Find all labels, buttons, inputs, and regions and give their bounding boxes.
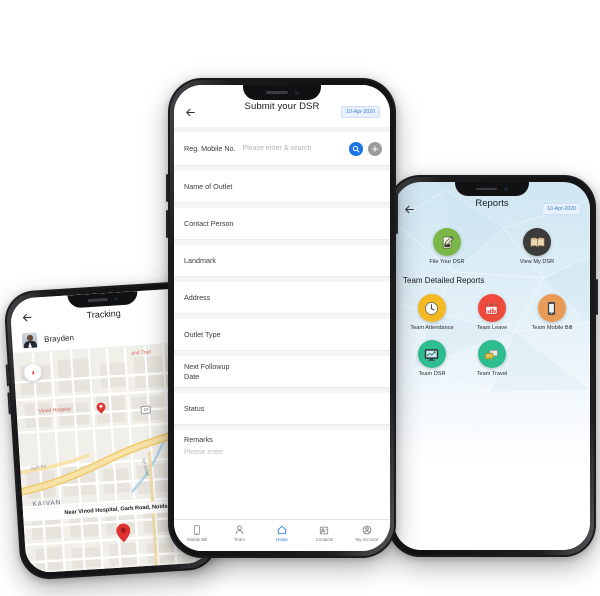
volume-up-button[interactable] — [166, 174, 168, 202]
tab-contacts[interactable]: Contacts — [303, 525, 345, 542]
mockup-stage: Reports 10-Apr-2020 File Your DSR View M… — [0, 0, 600, 596]
field-label: Contact Person — [184, 218, 234, 228]
clock-icon — [417, 294, 446, 322]
report-team-travel[interactable]: Team Travel — [462, 340, 522, 377]
earpiece-speaker — [87, 298, 108, 302]
highway-shield: 14 — [140, 405, 152, 415]
field-label: Name of Outlet — [184, 181, 233, 191]
bottom-tab-bar: Mobile Bill Team Home Contacts My Accoun… — [174, 519, 390, 551]
my-account-icon — [362, 525, 372, 535]
power-button[interactable] — [596, 279, 598, 315]
field-label: Address — [184, 292, 211, 302]
field-name-of-outlet[interactable]: Name of Outlet — [174, 171, 390, 203]
field-contact-person[interactable]: Contact Person — [174, 208, 390, 240]
notch — [243, 85, 321, 100]
tab-label: Team — [234, 537, 245, 542]
section-title: Team Detailed Reports — [403, 276, 485, 285]
add-button[interactable] — [368, 141, 382, 156]
report-label: Team Mobile Bill — [531, 325, 573, 331]
phone-center-screen: Submit your DSR 10-Apr-2020 Reg. Mobile … — [174, 85, 390, 551]
report-team-mobile-bill[interactable]: Team Mobile Bill — [522, 294, 582, 331]
volume-down-button[interactable] — [7, 392, 11, 415]
form-spacer — [174, 459, 390, 519]
phone-center-submit-dsr: Submit your DSR 10-Apr-2020 Reg. Mobile … — [166, 78, 398, 558]
field-status[interactable]: Status — [174, 393, 390, 425]
travel-card-icon — [477, 340, 506, 368]
back-arrow-icon[interactable] — [184, 106, 197, 119]
report-label: Team DSR — [418, 371, 446, 377]
search-input[interactable] — [240, 145, 344, 152]
tab-label: Contacts — [315, 537, 334, 542]
date-badge[interactable]: 10-Apr-2020 — [341, 106, 380, 118]
tab-my-account[interactable]: My Account — [346, 525, 388, 542]
avatar — [21, 332, 38, 349]
report-label: Team Travel — [476, 371, 508, 377]
tab-label: Home — [276, 537, 288, 542]
field-next-followup-date[interactable]: Next Followup Date — [174, 356, 390, 388]
reg-mobile-no-row: Reg. Mobile No. — [174, 132, 390, 166]
action-view-my-dsr[interactable]: View My DSR — [492, 228, 582, 265]
top-actions-grid: File Your DSR View My DSR — [394, 224, 590, 274]
notepad-pencil-icon — [433, 228, 461, 256]
field-address[interactable]: Address — [174, 282, 390, 314]
report-label: Team Attendance — [410, 325, 454, 331]
field-label: Next Followup Date — [184, 361, 230, 381]
team-icon — [235, 525, 244, 535]
field-label: Remarks — [184, 435, 213, 444]
tab-mobile-bill[interactable]: Mobile Bill — [176, 525, 218, 542]
action-label: View My DSR — [519, 259, 555, 265]
earpiece-speaker — [265, 91, 288, 94]
reg-mobile-no-label: Reg. Mobile No. — [184, 144, 236, 153]
notch — [455, 182, 529, 196]
report-team-attendance[interactable]: Team Attendance — [402, 294, 462, 331]
phone-right-reports: Reports 10-Apr-2020 File Your DSR View M… — [386, 175, 598, 557]
tab-team[interactable]: Team — [218, 525, 260, 542]
user-name: Brayden — [43, 333, 75, 345]
date-badge[interactable]: 10-Apr-2020 — [542, 203, 581, 215]
back-arrow-icon[interactable] — [403, 203, 416, 216]
team-reports-grid: Team Attendance Team Leave Team Mobile B… — [394, 290, 590, 386]
field-label: Status — [184, 403, 205, 413]
back-arrow-icon[interactable] — [20, 311, 34, 325]
phone-right-screen: Reports 10-Apr-2020 File Your DSR View M… — [394, 182, 590, 550]
field-label: Landmark — [184, 255, 216, 265]
mobile-bill-icon — [193, 525, 201, 535]
field-landmark[interactable]: Landmark — [174, 245, 390, 277]
action-label: File Your DSR — [429, 259, 465, 265]
open-book-icon — [523, 228, 551, 256]
report-team-dsr[interactable]: Team DSR — [402, 340, 462, 377]
contacts-icon — [319, 525, 329, 535]
smartphone-icon — [537, 294, 566, 322]
front-camera — [114, 297, 119, 301]
search-button[interactable] — [349, 141, 363, 156]
report-team-leave[interactable]: Team Leave — [462, 294, 522, 331]
field-label: Outlet Type — [184, 329, 221, 339]
tab-home[interactable]: Home — [261, 525, 303, 542]
monitor-chart-icon — [417, 340, 446, 368]
home-icon — [277, 525, 287, 535]
remarks-placeholder: Please enter — [184, 448, 224, 456]
volume-up-button[interactable] — [5, 364, 10, 387]
field-outlet-type[interactable]: Outlet Type — [174, 319, 390, 351]
volume-down-button[interactable] — [166, 210, 168, 238]
calendar-icon — [477, 294, 506, 322]
report-label: Team Leave — [476, 325, 508, 331]
power-button[interactable] — [396, 194, 398, 234]
location-pin-icon[interactable] — [116, 523, 131, 543]
earpiece-speaker — [476, 187, 498, 191]
field-remarks[interactable]: Remarks Please enter — [174, 430, 390, 460]
front-camera — [294, 90, 299, 95]
tab-label: My Account — [355, 537, 379, 542]
action-file-your-dsr[interactable]: File Your DSR — [402, 228, 492, 265]
front-camera — [504, 187, 508, 191]
hospital-pin-icon[interactable] — [96, 402, 106, 414]
tab-label: Mobile Bill — [187, 537, 208, 542]
